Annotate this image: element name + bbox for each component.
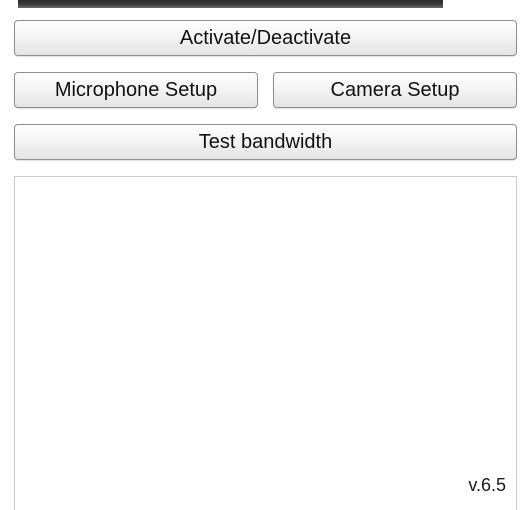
output-panel: v.6.5 bbox=[14, 176, 517, 510]
microphone-setup-button[interactable]: Microphone Setup bbox=[14, 72, 258, 108]
camera-setup-button[interactable]: Camera Setup bbox=[273, 72, 517, 108]
test-bandwidth-button[interactable]: Test bandwidth bbox=[14, 124, 517, 160]
video-preview-strip bbox=[18, 0, 443, 8]
version-label: v.6.5 bbox=[468, 475, 506, 495]
activate-deactivate-button[interactable]: Activate/Deactivate bbox=[14, 20, 517, 56]
